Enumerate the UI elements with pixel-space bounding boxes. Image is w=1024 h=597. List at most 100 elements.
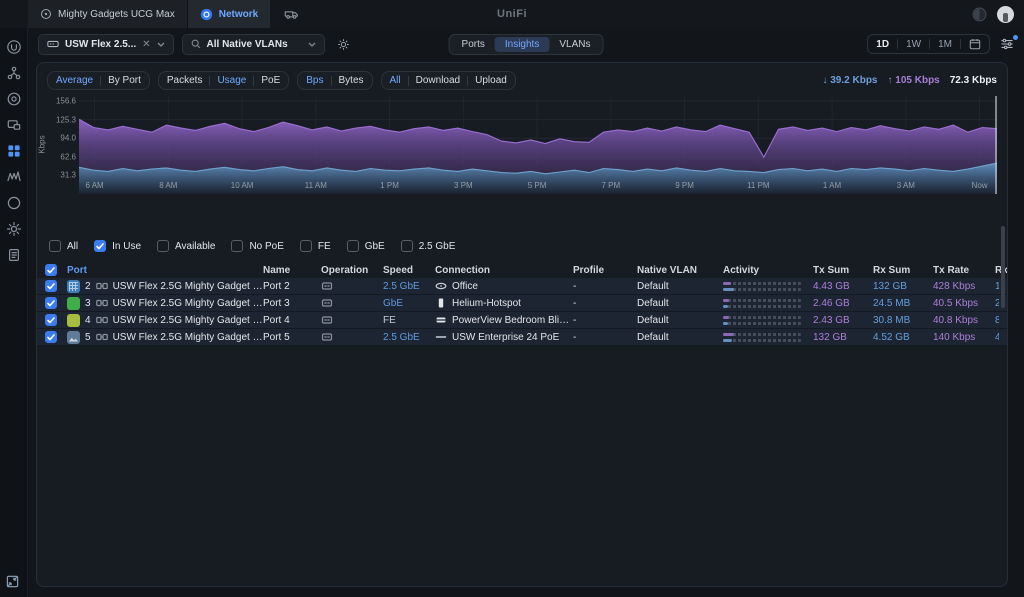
column-header-profile[interactable]: Profile [573,265,637,276]
checkbox[interactable] [49,240,61,252]
checkbox[interactable] [347,240,359,252]
filter-fe[interactable]: FE [300,240,331,252]
tab-ports[interactable]: Ports [452,37,495,52]
sidebar-item-devices[interactable] [3,88,25,110]
checkbox[interactable] [401,240,413,252]
filter-all[interactable]: All [49,240,78,252]
activity-tx-fill [723,333,734,336]
rx-sum-cell: 132 GB [873,281,933,292]
device-name-link[interactable]: USW Flex 2.5G Mighty Gadget Offi... [113,281,263,292]
sidebar-item-radios[interactable] [3,166,25,188]
notification-dot [1013,35,1018,40]
scrollbar-thumb[interactable] [1001,226,1005,308]
checkbox[interactable] [300,240,312,252]
row-checkbox[interactable] [45,331,57,343]
column-header-operation[interactable]: Operation [321,265,383,276]
connection-name[interactable]: Office [452,281,478,292]
device-filter-dropdown[interactable]: USW Flex 2.5... ✕ [38,34,174,55]
legend-download-button[interactable]: Download [416,75,460,86]
select-all-checkbox[interactable] [45,264,57,276]
range-1d-button[interactable]: 1D [876,39,889,50]
device-name-link[interactable]: USW Flex 2.5G Mighty Gadget Offi... [113,332,263,343]
legend-usage-button[interactable]: Usage [217,75,246,86]
vlan-filter-dropdown[interactable]: All Native VLANs [182,34,325,55]
legend-by-port-button[interactable]: By Port [108,75,141,86]
row-checkbox-cell [45,297,67,309]
column-header-tx-sum[interactable]: Tx Sum [813,265,873,276]
network-logo-icon [200,8,213,21]
legend-upload-button[interactable]: Upload [475,75,507,86]
filter-settings-gear-icon[interactable] [337,38,350,51]
sidebar-item-settings[interactable] [3,218,25,240]
activity-bars [723,333,801,342]
avatar[interactable] [997,6,1014,23]
table-settings-icon[interactable] [1000,38,1014,50]
sidebar-item-insights[interactable] [3,140,25,162]
device-name-link[interactable]: USW Flex 2.5G Mighty Gadget Offi... [113,298,263,309]
device-name-link[interactable]: USW Flex 2.5G Mighty Gadget Offi... [113,315,263,326]
table-row[interactable]: 3USW Flex 2.5G Mighty Gadget Offi...Port… [37,295,1007,312]
filter-label: Available [175,241,215,252]
legend-packets-button[interactable]: Packets [167,75,203,86]
sidebar-item-clients[interactable] [3,114,25,136]
traffic-stats: ↓ 39.2 Kbps ↑ 105 Kbps 72.3 Kbps [822,75,997,86]
column-header-activity[interactable]: Activity [723,265,813,276]
column-header-speed[interactable]: Speed [383,265,435,276]
filter-gbe[interactable]: GbE [347,240,385,252]
filter-available[interactable]: Available [157,240,215,252]
expand-sidebar-button[interactable] [5,574,20,589]
column-header-name[interactable]: Name [263,265,321,276]
row-checkbox[interactable] [45,297,57,309]
legend-bytes-button[interactable]: Bytes [339,75,364,86]
range-1w-button[interactable]: 1W [906,39,921,50]
sidebar-item-security[interactable] [3,192,25,214]
connection-name[interactable]: USW Enterprise 24 PoE [452,332,559,343]
y-tick: 62.6 [60,152,76,161]
range-1m-button[interactable]: 1M [938,39,952,50]
tab-vlans[interactable]: VLANs [549,37,600,52]
unifi-logo-icon [6,39,22,55]
sidebar-item-dashboard[interactable] [3,36,25,58]
legend-all-button[interactable]: All [390,75,401,86]
theme-toggle-icon[interactable] [972,7,987,22]
legend-average-button[interactable]: Average [56,75,93,86]
legend-poe-button[interactable]: PoE [261,75,280,86]
link-icon [96,280,108,292]
legend-group-1: Packets Usage PoE [158,71,289,90]
column-header-tx-rate[interactable]: Tx Rate [933,265,995,276]
table-row[interactable]: 2USW Flex 2.5G Mighty Gadget Offi...Port… [37,278,1007,295]
column-header-port[interactable]: Port [67,265,263,276]
table-header-row: PortNameOperationSpeedConnectionProfileN… [37,262,1007,278]
row-checkbox[interactable] [45,280,57,292]
tx-rate-cell: 40.8 Kbps [933,315,995,326]
tab-insights[interactable]: Insights [495,37,549,52]
ports-table: PortNameOperationSpeedConnectionProfileN… [37,262,1007,346]
filter-in-use[interactable]: In Use [94,240,141,252]
connection-name[interactable]: Helium-Hotspot [452,298,521,309]
close-icon[interactable]: ✕ [142,39,150,50]
connection-name[interactable]: PowerView Bedroom Blinds [452,315,573,326]
calendar-icon[interactable] [969,38,981,50]
row-checkbox[interactable] [45,314,57,326]
left-sidebar [0,28,28,597]
sidebar-item-topology[interactable] [3,62,25,84]
checkbox[interactable] [94,240,106,252]
filter-no-poe[interactable]: No PoE [231,240,283,252]
checkbox[interactable] [157,240,169,252]
column-header-native-vlan[interactable]: Native VLAN [637,265,723,276]
mobility-app-tab[interactable] [270,0,313,28]
x-tick: Now [972,181,988,190]
filter-2-5-gbe[interactable]: 2.5 GbE [401,240,456,252]
checkbox[interactable] [231,240,243,252]
console-tab[interactable]: Mighty Gadgets UCG Max [28,0,188,28]
table-row[interactable]: 5USW Flex 2.5G Mighty Gadget Offi...Port… [37,329,1007,346]
table-row[interactable]: 4USW Flex 2.5G Mighty Gadget Offi...Port… [37,312,1007,329]
network-app-tab[interactable]: Network [188,0,270,28]
column-header-rx-sum[interactable]: Rx Sum [873,265,933,276]
legend-bps-button[interactable]: Bps [306,75,323,86]
speed-cell: 2.5 GbE [383,332,435,343]
download-rate-stat: ↓ 39.2 Kbps [822,75,877,86]
sidebar-item-system-log[interactable] [3,244,25,266]
vlan-filter-value: All Native VLANs [207,39,288,50]
column-header-connection[interactable]: Connection [435,265,573,276]
